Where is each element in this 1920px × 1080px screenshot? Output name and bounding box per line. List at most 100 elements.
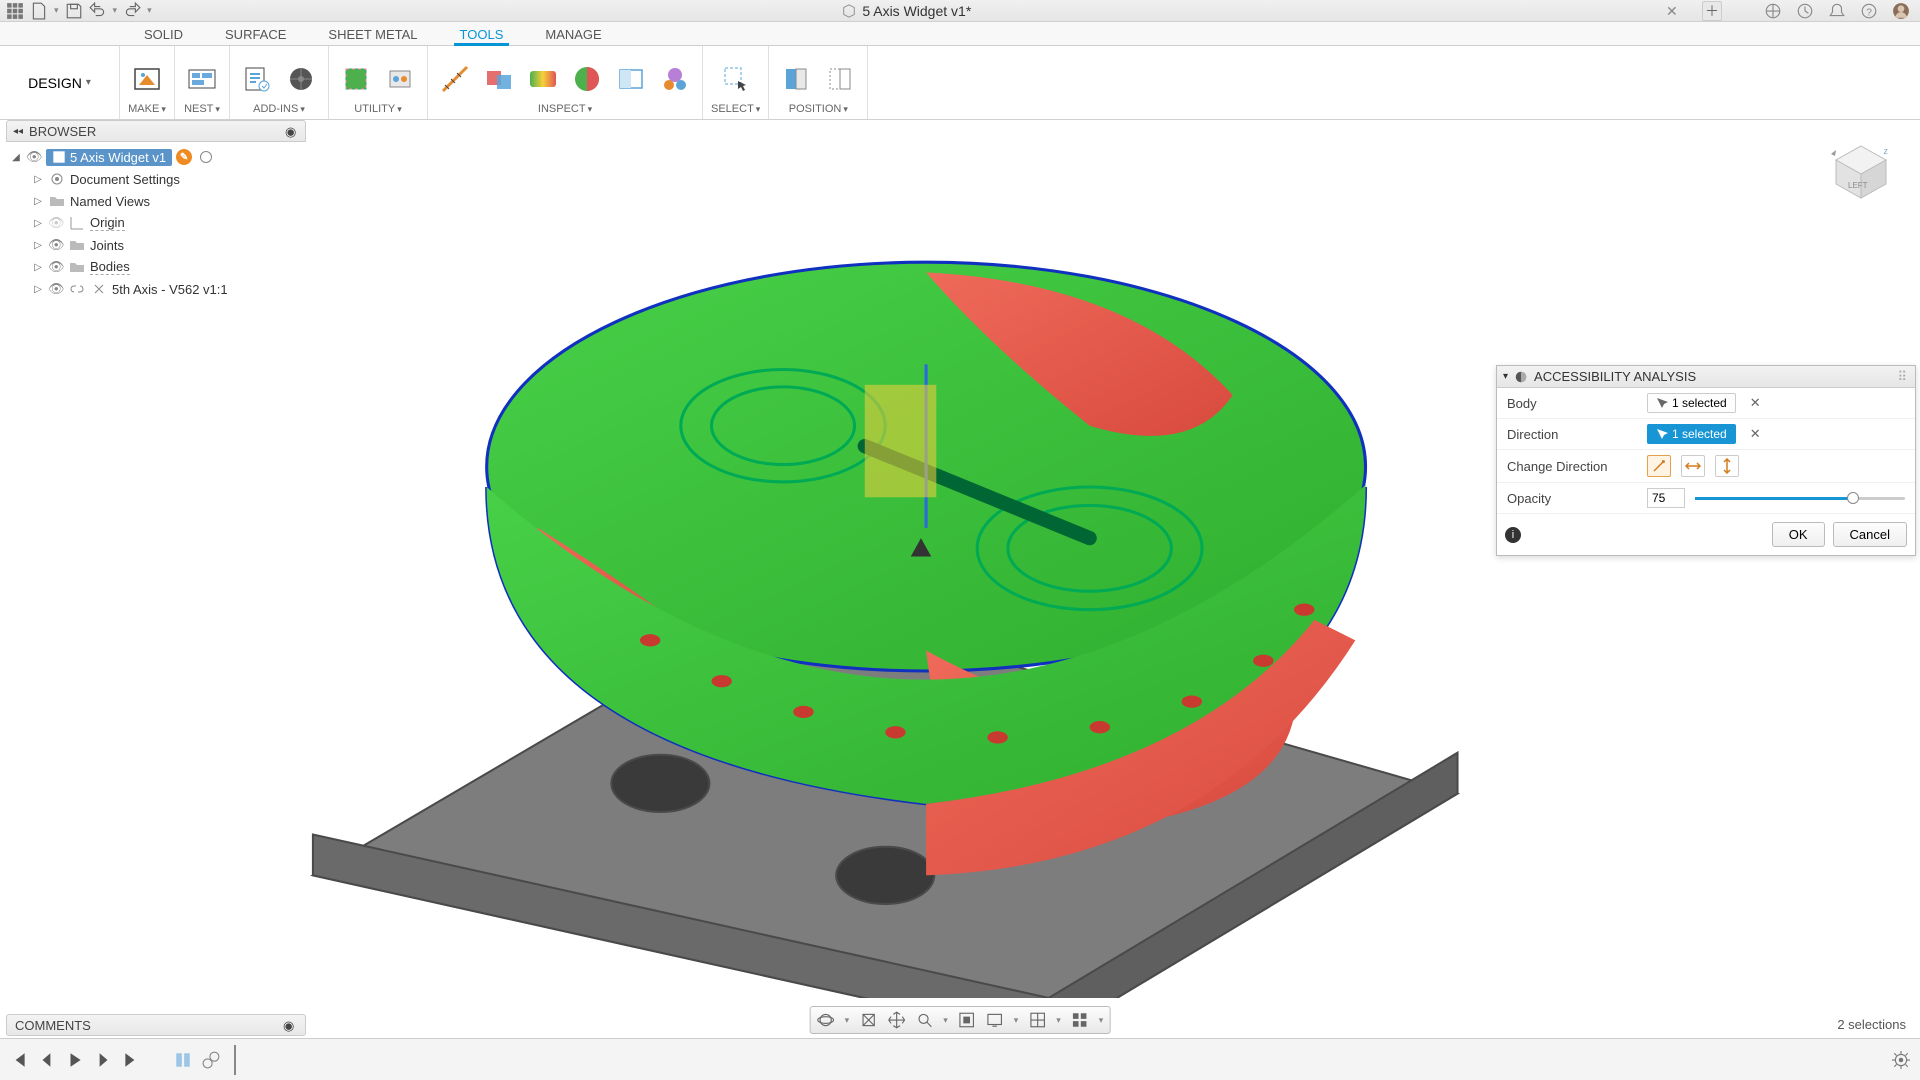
opacity-slider[interactable] bbox=[1695, 489, 1905, 507]
warning-badge-icon[interactable]: ✎ bbox=[176, 149, 192, 165]
activate-radio[interactable] bbox=[200, 151, 212, 163]
folder-icon bbox=[48, 192, 66, 210]
browser-collapse-icon[interactable]: ◂◂ bbox=[13, 126, 23, 137]
new-file-icon[interactable] bbox=[30, 2, 48, 20]
workspace-switcher[interactable]: DESIGN▾ bbox=[0, 46, 120, 119]
tree-item-component[interactable]: ▷ 👁 5th Axis - V562 v1:1 bbox=[6, 278, 306, 300]
visibility-icon[interactable]: 👁 bbox=[48, 281, 64, 297]
direction-flip-z-icon[interactable] bbox=[1647, 455, 1671, 477]
fit-icon[interactable] bbox=[958, 1011, 976, 1029]
grid-settings-icon[interactable] bbox=[1028, 1011, 1046, 1029]
expander-icon[interactable]: ▷ bbox=[32, 240, 44, 251]
expander-icon[interactable]: ▷ bbox=[32, 262, 44, 273]
user-avatar-icon[interactable] bbox=[1892, 2, 1910, 20]
folder-icon bbox=[68, 258, 86, 276]
help-icon[interactable]: ? bbox=[1860, 2, 1878, 20]
job-status-icon[interactable] bbox=[1796, 2, 1814, 20]
direction-flip-y-icon[interactable] bbox=[1715, 455, 1739, 477]
info-icon[interactable]: i bbox=[1505, 527, 1521, 543]
viewport-layout-icon[interactable] bbox=[1071, 1011, 1089, 1029]
panel-icon bbox=[1514, 370, 1528, 384]
visibility-icon[interactable]: 👁 bbox=[48, 215, 64, 231]
tab-add-icon[interactable]: ＋ bbox=[1702, 1, 1722, 21]
ok-button[interactable]: OK bbox=[1772, 522, 1825, 547]
notifications-icon[interactable] bbox=[1828, 2, 1846, 20]
group-addins-label: ADD-INS▾ bbox=[253, 103, 305, 117]
tree-item-joints[interactable]: ▷ 👁 Joints bbox=[6, 234, 306, 256]
select-icon[interactable] bbox=[717, 60, 755, 98]
timeline-end-icon[interactable] bbox=[122, 1051, 140, 1069]
print3d-icon[interactable] bbox=[128, 60, 166, 98]
timeline-start-icon[interactable] bbox=[10, 1051, 28, 1069]
tab-surface[interactable]: SURFACE bbox=[221, 27, 290, 45]
expander-icon[interactable]: ▷ bbox=[32, 174, 44, 185]
look-at-icon[interactable] bbox=[859, 1011, 877, 1029]
comments-pin-icon[interactable]: ◉ bbox=[283, 1018, 297, 1032]
timeline-back-icon[interactable] bbox=[38, 1051, 56, 1069]
timeline-settings-icon[interactable] bbox=[1892, 1051, 1910, 1069]
tree-item-origin[interactable]: ▷ 👁 Origin bbox=[6, 212, 306, 234]
tree-item-named-views[interactable]: ▷ Named Views bbox=[6, 190, 306, 212]
center-of-mass-icon[interactable] bbox=[656, 60, 694, 98]
expander-icon[interactable]: ▷ bbox=[32, 218, 44, 229]
body-selection-chip[interactable]: 1 selected bbox=[1647, 393, 1736, 413]
comments-panel-header[interactable]: COMMENTS ◉ bbox=[6, 1014, 306, 1036]
nest-icon[interactable] bbox=[183, 60, 221, 98]
expander-icon[interactable]: ◢ bbox=[10, 152, 22, 163]
visibility-icon[interactable]: 👁 bbox=[26, 149, 42, 165]
tab-sheet-metal[interactable]: SHEET METAL bbox=[324, 27, 421, 45]
tree-item-bodies[interactable]: ▷ 👁 Bodies bbox=[6, 256, 306, 278]
timeline-marker[interactable] bbox=[234, 1045, 238, 1075]
measure-icon[interactable] bbox=[436, 60, 474, 98]
collapse-icon[interactable]: ▾ bbox=[1503, 371, 1508, 382]
tab-tools[interactable]: TOOLS bbox=[456, 27, 508, 45]
interference-icon[interactable] bbox=[480, 60, 518, 98]
expander-icon[interactable]: ▷ bbox=[32, 284, 44, 295]
body-clear-icon[interactable]: ✕ bbox=[1746, 395, 1765, 411]
undo-icon[interactable] bbox=[89, 2, 107, 20]
timeline-forward-icon[interactable] bbox=[94, 1051, 112, 1069]
navigation-toolbar: ▾ ▾ ▾ ▾ ▾ bbox=[810, 1006, 1111, 1034]
tab-close-icon[interactable]: ✕ bbox=[1666, 3, 1682, 19]
cancel-button[interactable]: Cancel bbox=[1833, 522, 1907, 547]
save-icon[interactable] bbox=[65, 2, 83, 20]
svg-text:LEFT: LEFT bbox=[1848, 181, 1868, 190]
direction-selection-chip[interactable]: 1 selected bbox=[1647, 424, 1736, 444]
orbit-icon[interactable] bbox=[817, 1011, 835, 1029]
timeline-play-icon[interactable] bbox=[66, 1051, 84, 1069]
visibility-icon[interactable]: 👁 bbox=[48, 237, 64, 253]
panel-dragger-icon[interactable]: ⠿ bbox=[1897, 369, 1909, 385]
timeline-feature-2-icon[interactable] bbox=[202, 1051, 220, 1069]
direction-flip-x-icon[interactable] bbox=[1681, 455, 1705, 477]
tab-manage[interactable]: MANAGE bbox=[541, 27, 605, 45]
visibility-icon[interactable]: 👁 bbox=[48, 259, 64, 275]
addins-store-icon[interactable] bbox=[282, 60, 320, 98]
ribbon-tabs: SOLID SURFACE SHEET METAL TOOLS MANAGE bbox=[0, 22, 1920, 46]
expander-icon[interactable]: ▷ bbox=[32, 196, 44, 207]
tree-item-document-settings[interactable]: ▷ Document Settings bbox=[6, 168, 306, 190]
direction-clear-icon[interactable]: ✕ bbox=[1746, 426, 1765, 442]
redo-icon[interactable] bbox=[123, 2, 141, 20]
curvature-comb-icon[interactable] bbox=[524, 60, 562, 98]
browser-pin-icon[interactable]: ◉ bbox=[285, 124, 299, 138]
position-1-icon[interactable] bbox=[777, 60, 815, 98]
group-position-label: POSITION▾ bbox=[789, 103, 848, 117]
timeline-feature-1-icon[interactable] bbox=[174, 1051, 192, 1069]
pan-icon[interactable] bbox=[887, 1011, 905, 1029]
utility-component-color-icon[interactable] bbox=[337, 60, 375, 98]
tree-root[interactable]: ◢ 👁 5 Axis Widget v1 ✎ bbox=[6, 146, 306, 168]
position-2-icon[interactable] bbox=[821, 60, 859, 98]
app-menu-icon[interactable] bbox=[6, 2, 24, 20]
accessibility-icon[interactable] bbox=[568, 60, 606, 98]
section-analysis-icon[interactable] bbox=[612, 60, 650, 98]
scripts-icon[interactable] bbox=[238, 60, 276, 98]
extensions-icon[interactable] bbox=[1764, 2, 1782, 20]
model-3d[interactable] bbox=[200, 160, 1550, 998]
utility-2-icon[interactable] bbox=[381, 60, 419, 98]
opacity-input[interactable] bbox=[1647, 488, 1685, 508]
view-cube[interactable]: LEFT z bbox=[1826, 138, 1896, 208]
zoom-icon[interactable] bbox=[915, 1011, 933, 1029]
display-settings-icon[interactable] bbox=[986, 1011, 1004, 1029]
timeline-bar bbox=[0, 1038, 1920, 1080]
tab-solid[interactable]: SOLID bbox=[140, 27, 187, 45]
